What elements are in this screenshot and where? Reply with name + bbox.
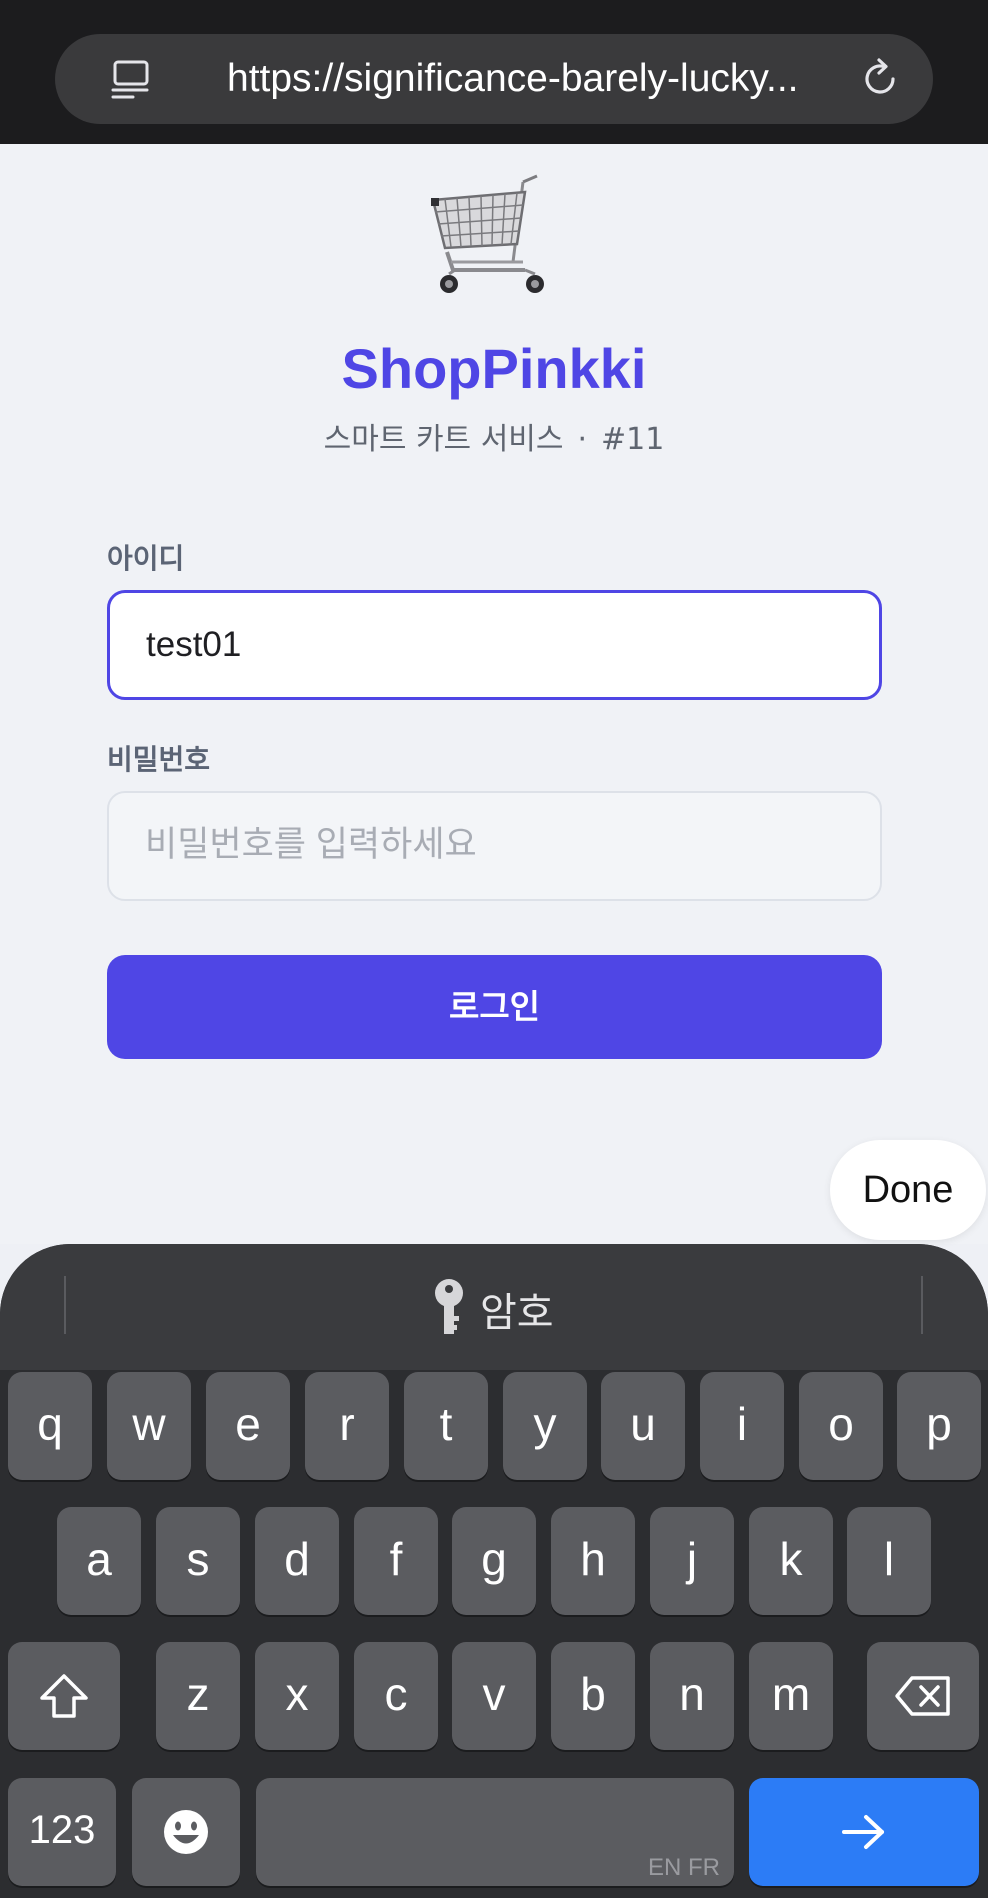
space-key[interactable]: EN FR <box>256 1778 734 1886</box>
shopping-cart-icon <box>431 174 544 293</box>
password-suggestion[interactable]: 암호 <box>480 1280 554 1338</box>
key-z[interactable]: z <box>156 1642 240 1750</box>
key-f[interactable]: f <box>354 1507 438 1615</box>
id-input[interactable]: test01 <box>107 590 882 700</box>
key-a[interactable]: a <box>57 1507 141 1615</box>
arrow-right-icon <box>842 1815 884 1849</box>
page-menu-icon[interactable] <box>107 56 153 102</box>
key-r[interactable]: r <box>305 1372 389 1480</box>
shift-key[interactable] <box>8 1642 120 1750</box>
backspace-icon <box>895 1676 950 1716</box>
key-y[interactable]: y <box>503 1372 587 1480</box>
password-label: 비밀번호 <box>107 743 211 776</box>
key-w[interactable]: w <box>107 1372 191 1480</box>
key-k[interactable]: k <box>749 1507 833 1615</box>
key-j[interactable]: j <box>650 1507 734 1615</box>
key-c[interactable]: c <box>354 1642 438 1750</box>
id-label: 아이디 <box>107 542 185 575</box>
service-subtitle: 스마트 카트 서비스 · #11 <box>0 414 988 458</box>
key-x[interactable]: x <box>255 1642 339 1750</box>
key-i[interactable]: i <box>700 1372 784 1480</box>
on-screen-keyboard: 암호 q w e r t y u i o p a s d f g h j k l… <box>0 1244 988 1898</box>
suggestion-divider <box>64 1276 66 1334</box>
key-n[interactable]: n <box>650 1642 734 1750</box>
key-g[interactable]: g <box>452 1507 536 1615</box>
suggestion-divider <box>921 1276 923 1334</box>
backspace-key[interactable] <box>867 1642 979 1750</box>
key-e[interactable]: e <box>206 1372 290 1480</box>
key-icon <box>435 1279 463 1334</box>
key-t[interactable]: t <box>404 1372 488 1480</box>
brand-title: ShopPinkki <box>341 337 647 400</box>
key-m[interactable]: m <box>749 1642 833 1750</box>
key-q[interactable]: q <box>8 1372 92 1480</box>
browser-toolbar: https://significance-barely-lucky... <box>0 0 988 144</box>
login-page: ShopPinkki 스마트 카트 서비스 · #11 아이디 test01 비밀번… <box>0 144 988 1244</box>
numbers-key[interactable]: 123 <box>8 1778 116 1886</box>
keyboard-suggestion-bar: 암호 <box>0 1244 988 1370</box>
keyboard-language-hint: EN FR <box>648 1854 720 1881</box>
key-u[interactable]: u <box>601 1372 685 1480</box>
key-h[interactable]: h <box>551 1507 635 1615</box>
url-text[interactable]: https://significance-barely-lucky... <box>227 34 867 124</box>
shift-icon <box>40 1674 88 1718</box>
key-b[interactable]: b <box>551 1642 635 1750</box>
cart-number: #11 <box>601 422 665 457</box>
key-s[interactable]: s <box>156 1507 240 1615</box>
key-l[interactable]: l <box>847 1507 931 1615</box>
go-key[interactable] <box>749 1778 979 1886</box>
reload-icon[interactable] <box>857 56 903 102</box>
key-p[interactable]: p <box>897 1372 981 1480</box>
login-button[interactable]: 로그인 <box>107 955 882 1059</box>
service-name: 스마트 카트 서비스 <box>323 422 564 457</box>
key-d[interactable]: d <box>255 1507 339 1615</box>
done-button[interactable]: Done <box>830 1140 986 1240</box>
key-o[interactable]: o <box>799 1372 883 1480</box>
password-input[interactable]: 비밀번호를 입력하세요 <box>107 791 882 901</box>
emoji-key[interactable] <box>132 1778 240 1886</box>
key-v[interactable]: v <box>452 1642 536 1750</box>
separator-dot: · <box>577 422 588 457</box>
address-bar[interactable]: https://significance-barely-lucky... <box>55 34 933 124</box>
emoji-icon <box>164 1810 208 1854</box>
